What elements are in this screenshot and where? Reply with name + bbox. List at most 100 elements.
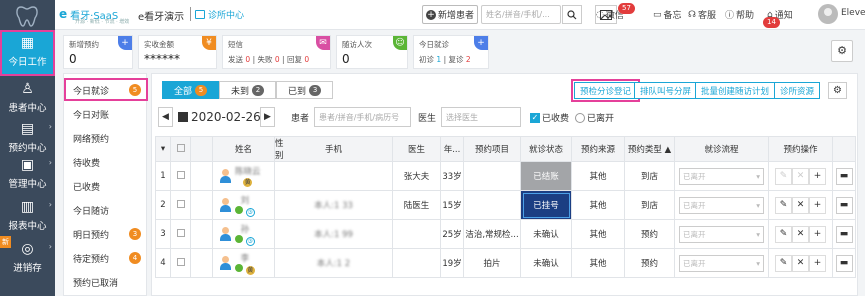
pencil-icon[interactable]: ✎ [775, 254, 792, 272]
doctor-cell [392, 248, 441, 278]
user-name[interactable]: Eleven [841, 8, 865, 18]
plus-icon[interactable]: + [809, 167, 826, 185]
chevron-down-icon: ▾ [756, 229, 760, 239]
new-patient-button[interactable]: + 新增患者 [422, 5, 478, 24]
comment-icon[interactable]: ▬ [835, 225, 853, 243]
comment-icon[interactable]: ▬ [835, 167, 853, 185]
table-row[interactable]: 4 李 黄 本人:1 2 19岁 拍片 未确认 其他 预约 已离开 ▾ ✎ ✕ + ▬ [155, 248, 856, 278]
search-button[interactable] [562, 5, 582, 24]
flow-select[interactable]: 已离开 ▾ [679, 254, 764, 272]
batch-followup-button[interactable]: 批量创建随访计划 [695, 82, 776, 99]
row-checkbox-cell[interactable] [170, 161, 191, 191]
avatar[interactable] [818, 4, 838, 24]
row-checkbox[interactable] [176, 228, 185, 237]
row-checkbox-cell[interactable] [170, 248, 191, 278]
stat-sms[interactable]: 短信 发送 0 | 失败 0 | 回复 0 ✉ [222, 35, 331, 69]
subnav-today-visits[interactable]: 今日就诊 5 [64, 78, 148, 101]
close-icon[interactable]: ✕ [792, 225, 809, 243]
subnav-pending-charge[interactable]: 待收费 [64, 150, 148, 173]
table-settings-gear-icon[interactable]: ⚙ [828, 82, 847, 99]
column-header[interactable]: 姓名 [212, 136, 275, 162]
tag-icon: 黄 [243, 178, 253, 187]
prev-day-button[interactable]: ◀ [158, 107, 173, 127]
triage-register-button[interactable]: 预检分诊登记 [570, 79, 641, 102]
flow-select[interactable]: 已离开 ▾ [679, 167, 764, 185]
pencil-icon[interactable]: ✎ [775, 167, 792, 185]
clinic-resource-button[interactable]: 诊所资源 [774, 82, 821, 99]
close-icon[interactable]: ✕ [792, 196, 809, 214]
flow-select[interactable]: 已离开 ▾ [679, 196, 764, 214]
flow-cell[interactable]: 已离开 ▾ [674, 248, 769, 278]
subnav-online-booking[interactable]: 网络预约 [64, 126, 148, 149]
gear-icon[interactable]: ⚙ [831, 40, 853, 62]
tab-all[interactable]: 全部 5 [162, 81, 220, 99]
next-day-button[interactable]: ▶ [260, 107, 275, 127]
help-link[interactable]: ⓘ 帮助 [725, 8, 754, 21]
tab-arrived[interactable]: 已到 3 [276, 81, 334, 99]
patient-name[interactable]: 刘 [235, 194, 255, 206]
flow-cell[interactable]: 已离开 ▾ [674, 219, 769, 249]
flow-cell[interactable]: 已离开 ▾ [674, 190, 769, 220]
patient-filter-input[interactable]: 患者/拼音/手机/病历号 [314, 107, 411, 127]
plus-icon: + [118, 36, 132, 50]
stat-today-visits[interactable]: 今日就诊 初诊 1 | 复诊 2 + [413, 35, 489, 69]
stat-followups[interactable]: 随访人次 0 ☺ [336, 35, 408, 69]
subnav-tomorrow[interactable]: 明日预约 3 [64, 222, 148, 245]
table-row[interactable]: 3 孙 ③ 本人:1 99 25岁 洁治,常规检... 未确认 其他 预约 已离… [155, 219, 856, 249]
row-checkbox[interactable] [176, 257, 185, 266]
row-checkbox-cell[interactable] [170, 190, 191, 220]
subnav-reconcile[interactable]: 今日对账 [64, 102, 148, 125]
charged-checkbox[interactable]: ✓ 已收费 [530, 111, 569, 124]
item-cell: 洁治,常规检... [463, 219, 521, 249]
plus-icon[interactable]: + [809, 225, 826, 243]
stat-received-amount[interactable]: 实收金额 ****** ¥ [138, 35, 217, 69]
date-picker[interactable]: 2020-02-26 [178, 107, 261, 127]
phone-cell: 本人:1 33 [274, 190, 393, 220]
close-icon[interactable]: ✕ [792, 167, 809, 185]
close-icon[interactable]: ✕ [792, 254, 809, 272]
tab-not-arrived[interactable]: 未到 2 [219, 81, 277, 99]
stat-new-appointments[interactable]: 新增预约 0 + [63, 35, 133, 69]
nav-today-work[interactable]: ▦ 今日工作 [0, 30, 55, 76]
flow-cell[interactable]: 已离开 ▾ [674, 161, 769, 191]
comment-icon[interactable]: ▬ [835, 254, 853, 272]
patient-name[interactable]: 李 [235, 252, 255, 264]
type-cell: 预约 [624, 248, 675, 278]
brand-logo[interactable]: e 看牙·SaaS 开源 · 新低 · 节流 · 增效 [59, 5, 129, 25]
column-header[interactable] [170, 136, 191, 162]
row-checkbox[interactable] [176, 170, 185, 179]
memo-link[interactable]: ▭ 备忘 [653, 8, 682, 22]
pencil-icon[interactable]: ✎ [775, 196, 792, 214]
subnav-followup[interactable]: 今日随访 [64, 198, 148, 221]
name-cell[interactable]: 孙 ③ [212, 219, 275, 249]
calendar-icon: ▤ [20, 121, 35, 137]
row-checkbox-cell[interactable] [170, 219, 191, 249]
queue-screen-button[interactable]: 排队叫号分屏 [634, 82, 698, 99]
select-all-checkbox[interactable] [176, 143, 185, 152]
pencil-icon[interactable]: ✎ [775, 225, 792, 243]
subnav-pending-booking[interactable]: 待定预约 4 [64, 246, 148, 269]
plus-icon[interactable]: + [809, 196, 826, 214]
name-cell[interactable]: 刘 ③ [212, 190, 275, 220]
row-checkbox[interactable] [176, 199, 185, 208]
column-header[interactable]: 预约类型 ▲ [624, 136, 675, 162]
patient-name[interactable]: 孙 [235, 223, 255, 235]
doctor-select[interactable]: 选择医生 [441, 107, 521, 127]
nav-report-center[interactable]: › ▥ 报表中心 [0, 194, 55, 240]
patient-name[interactable]: 陈晓云 [235, 165, 261, 177]
plus-icon[interactable]: + [809, 254, 826, 272]
comment-icon[interactable]: ▬ [835, 196, 853, 214]
flow-select[interactable]: 已离开 ▾ [679, 225, 764, 243]
clinic-center-link[interactable]: 诊所中心 [195, 7, 244, 22]
subnav-cancelled[interactable]: 预约已取消 [64, 270, 148, 293]
memo-icon: ▭ [653, 9, 662, 20]
name-cell[interactable]: 陈晓云黄 [212, 161, 275, 191]
table-row[interactable]: 2 刘 ③ 本人:1 33 陆医生 15岁 已挂号 其他 到店 已离开 ▾ ✎ ✕ +… [155, 190, 856, 220]
patient-search-input[interactable]: 姓名/拼音/手机/... [481, 5, 561, 24]
subnav-charged[interactable]: 已收费 [64, 174, 148, 197]
table-row[interactable]: 1 陈晓云黄 张大夫 33岁 已结账 其他 到店 已离开 ▾ ✎ ✕ + ▬ [155, 161, 856, 191]
service-link[interactable]: ☊ 客服 [688, 8, 716, 22]
name-cell[interactable]: 李 黄 [212, 248, 275, 278]
left-radio[interactable]: 已离开 [575, 111, 614, 124]
nav-management-center[interactable]: › ▣ 管理中心 [0, 152, 55, 198]
